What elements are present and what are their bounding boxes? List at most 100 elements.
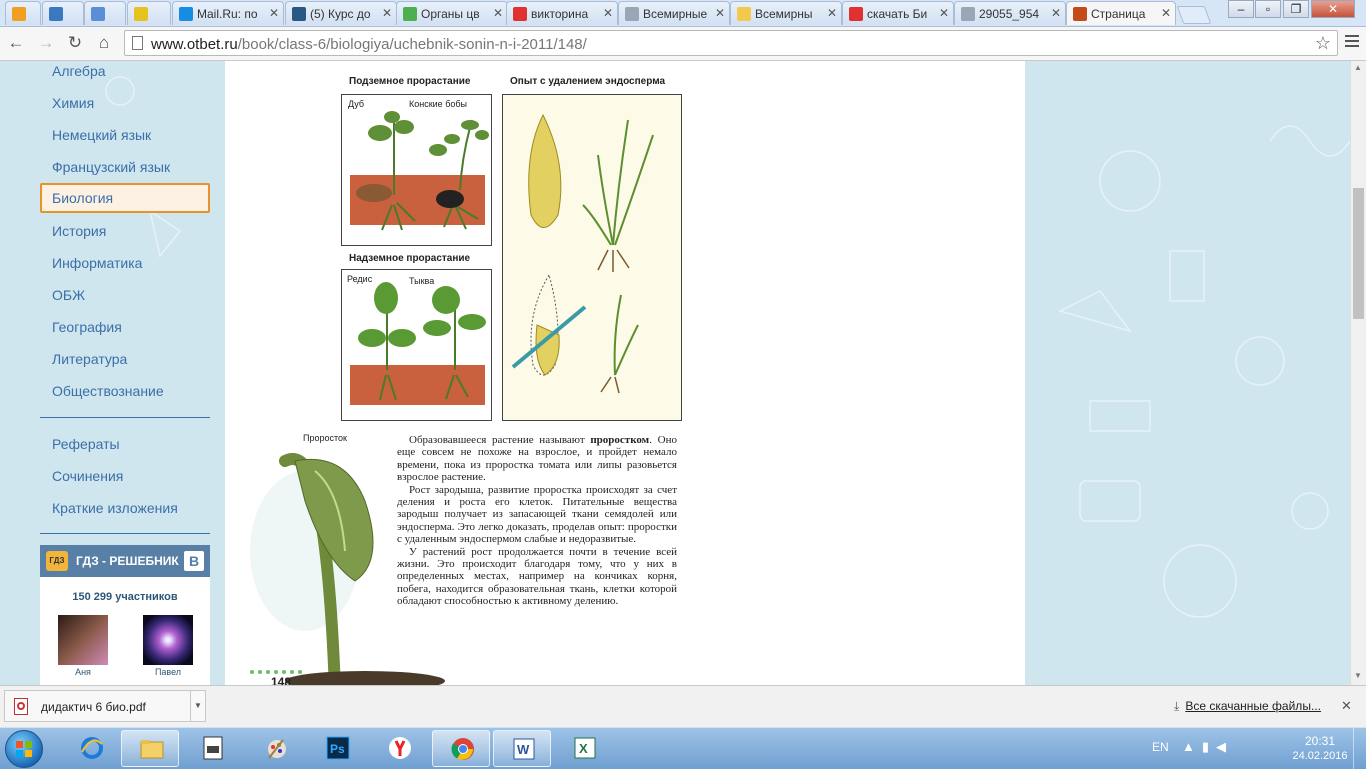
sidebar-item-informatics[interactable]: Информатика [40, 248, 210, 278]
minimize-button[interactable]: ‒ [1228, 0, 1254, 18]
vk-member-name[interactable]: Аня [58, 667, 108, 677]
close-icon[interactable]: ✕ [939, 6, 949, 20]
tray-icons[interactable]: ▲▮◀ [1182, 739, 1233, 755]
sidebar-item-geography[interactable]: География [40, 312, 210, 342]
vk-logo-icon[interactable]: В [184, 551, 204, 571]
taskbar-app[interactable] [183, 730, 241, 767]
tab-label[interactable]: (5) Курс до [310, 7, 378, 21]
windows-logo-icon [16, 741, 32, 757]
taskbar-explorer[interactable] [121, 730, 179, 767]
close-window-button[interactable]: ✕ [1311, 0, 1355, 18]
taskbar-photoshop[interactable]: Ps [308, 730, 366, 767]
address-bar[interactable]: www.otbet.ru/book/class-6/biologiya/uche… [124, 30, 1338, 56]
vk-widget-header[interactable]: ГДЗ ГДЗ - РЕШЕБНИК В [40, 545, 210, 577]
language-indicator[interactable]: EN [1152, 740, 1169, 754]
reload-icon[interactable]: ↻ [65, 33, 85, 53]
browser-tab[interactable]: Страница ✕ [1066, 1, 1176, 25]
vk-widget-title[interactable]: ГДЗ - РЕШЕБНИК [76, 554, 179, 568]
browser-tab[interactable]: скачать Би ✕ [842, 1, 954, 25]
browser-tab[interactable]: Всемирны ✕ [730, 1, 842, 25]
download-item[interactable]: дидактич 6 био.pdf ▼ [4, 690, 206, 722]
taskbar-word[interactable]: W [493, 730, 551, 767]
back-icon[interactable]: ← [6, 33, 26, 53]
show-desktop-button[interactable] [1353, 728, 1366, 769]
close-icon[interactable]: ✕ [493, 6, 503, 20]
sidebar-item-german[interactable]: Немецкий язык [40, 120, 210, 150]
user-button[interactable]: ▫ [1255, 0, 1281, 18]
browser-tab[interactable]: викторина ✕ [506, 1, 618, 25]
volume-icon[interactable]: ◀ [1216, 739, 1233, 754]
network-icon[interactable]: ▮ [1202, 739, 1216, 754]
tab-label[interactable]: Страница [1091, 7, 1157, 21]
browser-tab[interactable] [5, 1, 41, 25]
show-hidden-icons-icon[interactable]: ▲ [1182, 739, 1202, 754]
download-filename[interactable]: дидактич 6 био.pdf [41, 700, 146, 714]
scroll-up-icon[interactable]: ▲ [1354, 63, 1362, 72]
underground-plants [356, 111, 489, 231]
close-icon[interactable]: ✕ [382, 6, 392, 20]
avatar[interactable] [58, 615, 108, 665]
taskbar-excel[interactable]: X [555, 730, 613, 767]
show-all-downloads-link[interactable]: ⤓ Все скачанные файлы... [1174, 699, 1321, 714]
taskbar-chrome[interactable] [432, 730, 490, 767]
tab-label[interactable]: скачать Би [867, 7, 935, 21]
tab-label[interactable]: Всемирны [755, 7, 823, 21]
vk-member[interactable]: Павел [143, 615, 193, 677]
avatar[interactable] [143, 615, 193, 665]
scroll-down-icon[interactable]: ▼ [1354, 671, 1362, 680]
close-icon[interactable]: ✕ [1341, 698, 1352, 714]
sidebar-item-essays[interactable]: Рефераты [40, 429, 210, 459]
sidebar-item-biology[interactable]: Биология [40, 183, 210, 213]
browser-tab[interactable] [84, 1, 126, 25]
gdz-logo: ГДЗ [46, 551, 68, 571]
sidebar-item-chemistry[interactable]: Химия [40, 88, 210, 118]
sidebar-item-algebra[interactable]: Алгебра [40, 61, 210, 86]
browser-tab[interactable] [127, 1, 171, 25]
tab-label[interactable]: Всемирные [643, 7, 711, 21]
bookmark-star-icon[interactable]: ☆ [1315, 33, 1331, 54]
close-icon[interactable]: ✕ [603, 6, 613, 20]
vk-member-name[interactable]: Павел [143, 667, 193, 677]
browser-tab[interactable]: Органы цв ✕ [396, 1, 508, 25]
sidebar-item-compositions[interactable]: Сочинения [40, 461, 210, 491]
chevron-down-icon[interactable]: ▼ [190, 691, 205, 721]
paragraph: У растений рост продолжается почти в теч… [397, 545, 677, 608]
close-icon[interactable]: ✕ [1161, 6, 1171, 20]
sidebar-item-summaries[interactable]: Краткие изложения [40, 493, 210, 523]
sidebar-item-obzh[interactable]: ОБЖ [40, 280, 210, 310]
restore-button[interactable]: ❐ [1283, 0, 1309, 18]
vk-member[interactable]: Аня [58, 615, 108, 677]
close-icon[interactable]: ✕ [715, 6, 725, 20]
favicon-icon [292, 7, 306, 21]
start-button[interactable] [5, 730, 43, 768]
taskbar-ie[interactable] [62, 730, 120, 767]
browser-tab[interactable] [42, 1, 84, 25]
taskbar-yandex[interactable] [370, 730, 428, 767]
clock-time[interactable]: 20:31 [1295, 734, 1345, 748]
sidebar-item-history[interactable]: История [40, 216, 210, 246]
browser-tab[interactable]: (5) Курс до ✕ [285, 1, 397, 25]
sidebar-item-literature[interactable]: Литература [40, 344, 210, 374]
forward-icon[interactable]: → [36, 33, 56, 53]
browser-tab[interactable]: 29055_954 ✕ [954, 1, 1066, 25]
tab-label[interactable]: Органы цв [421, 7, 489, 21]
menu-icon[interactable] [1345, 35, 1359, 50]
sidebar-item-french[interactable]: Французский язык [40, 152, 210, 182]
close-icon[interactable]: ✕ [827, 6, 837, 20]
show-all-label[interactable]: Все скачанные файлы... [1185, 699, 1321, 713]
scroll-thumb[interactable] [1353, 188, 1364, 319]
vertical-scrollbar[interactable]: ▲ ▼ [1350, 61, 1366, 685]
close-icon[interactable]: ✕ [269, 6, 279, 20]
tab-label[interactable]: Mail.Ru: по [197, 7, 265, 21]
taskbar-paint[interactable] [247, 730, 305, 767]
tab-label[interactable]: викторина [531, 7, 599, 21]
paragraph: Образовавшееся растение называют пророст… [397, 434, 677, 484]
browser-tab[interactable]: Mail.Ru: по ✕ [172, 1, 284, 25]
tab-label[interactable]: 29055_954 [979, 7, 1047, 21]
sidebar-item-social-studies[interactable]: Обществознание [40, 376, 210, 406]
close-icon[interactable]: ✕ [1051, 6, 1061, 20]
clock-date[interactable]: 24.02.2016 [1285, 750, 1355, 762]
paragraph-text: Образовавшееся растение называют [409, 434, 591, 446]
home-icon[interactable]: ⌂ [94, 33, 114, 53]
browser-tab[interactable]: Всемирные ✕ [618, 1, 730, 25]
